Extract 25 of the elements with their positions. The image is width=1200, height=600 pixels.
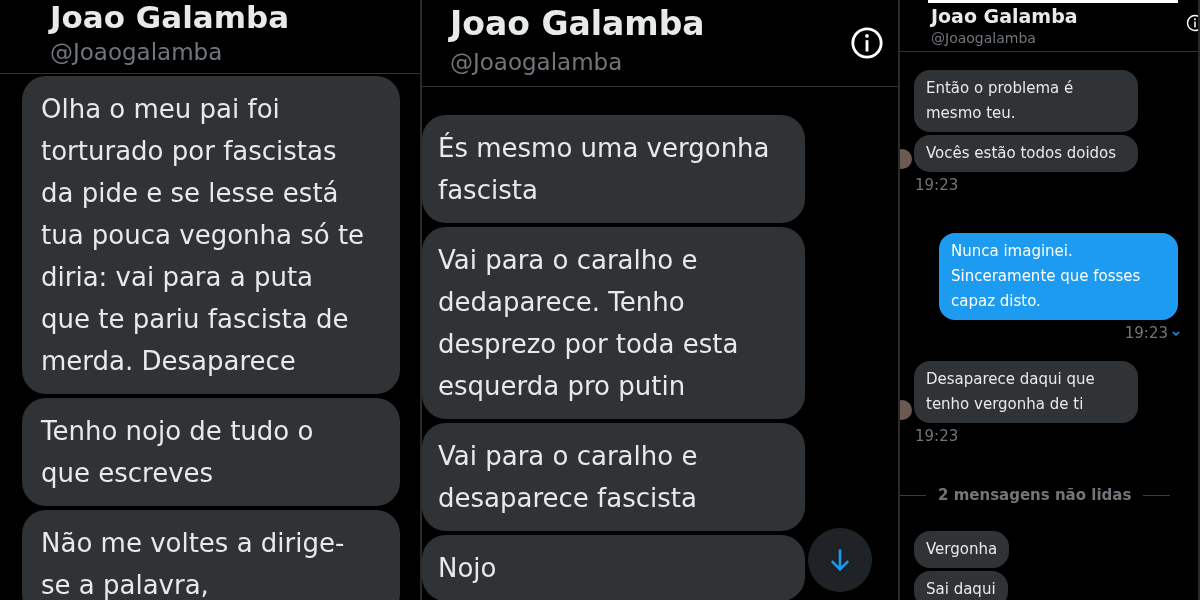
- received-message: Não me voltes a dirige-se a palavra,: [22, 510, 400, 600]
- contact-name: Joao Galamba: [50, 0, 290, 34]
- seen-icon: [1172, 329, 1180, 337]
- received-message: Desaparece daqui que tenho vergonha de ti: [914, 361, 1138, 423]
- received-message: Vai para o caralho e desaparece fascista: [422, 423, 805, 531]
- received-message: Olha o meu pai foi torturado por fascistas da pide e se lesse está tua pouca vegonha só te diria: vai para a puta que te pariu fascista de merda. Desaparece: [22, 76, 400, 394]
- contact-name: Joao Galamba: [931, 4, 1078, 28]
- received-message: Vai para o caralho e dedaparece. Tenho desprezo por toda esta esquerda pro putin: [422, 227, 805, 419]
- received-message: Sai daqui: [914, 570, 1008, 600]
- message-time: 19:23: [1124, 323, 1168, 343]
- contact-name: Joao Galamba: [450, 4, 705, 44]
- received-message: És mesmo uma vergonha fascista: [422, 115, 805, 223]
- message-time: 19:23: [915, 426, 959, 446]
- sent-message: Nunca imaginei. Sinceramente que fosses capaz disto.: [939, 233, 1178, 320]
- received-message: Nojo: [422, 535, 805, 600]
- contact-handle: @Joaogalamba: [931, 29, 1036, 48]
- received-message: Então o problema é mesmo teu.: [914, 70, 1138, 132]
- info-icon[interactable]: [850, 26, 884, 60]
- contact-handle: @Joaogalamba: [50, 38, 223, 67]
- received-message: Tenho nojo de tudo o que escreves: [22, 398, 400, 506]
- message-time: 19:23: [915, 175, 959, 195]
- contact-handle: @Joaogalamba: [450, 48, 623, 77]
- received-message: Vocês estão todos doidos: [914, 135, 1138, 172]
- received-message: Vergonha: [914, 530, 1010, 568]
- unread-divider: 2 mensagens não lidas: [938, 485, 1132, 506]
